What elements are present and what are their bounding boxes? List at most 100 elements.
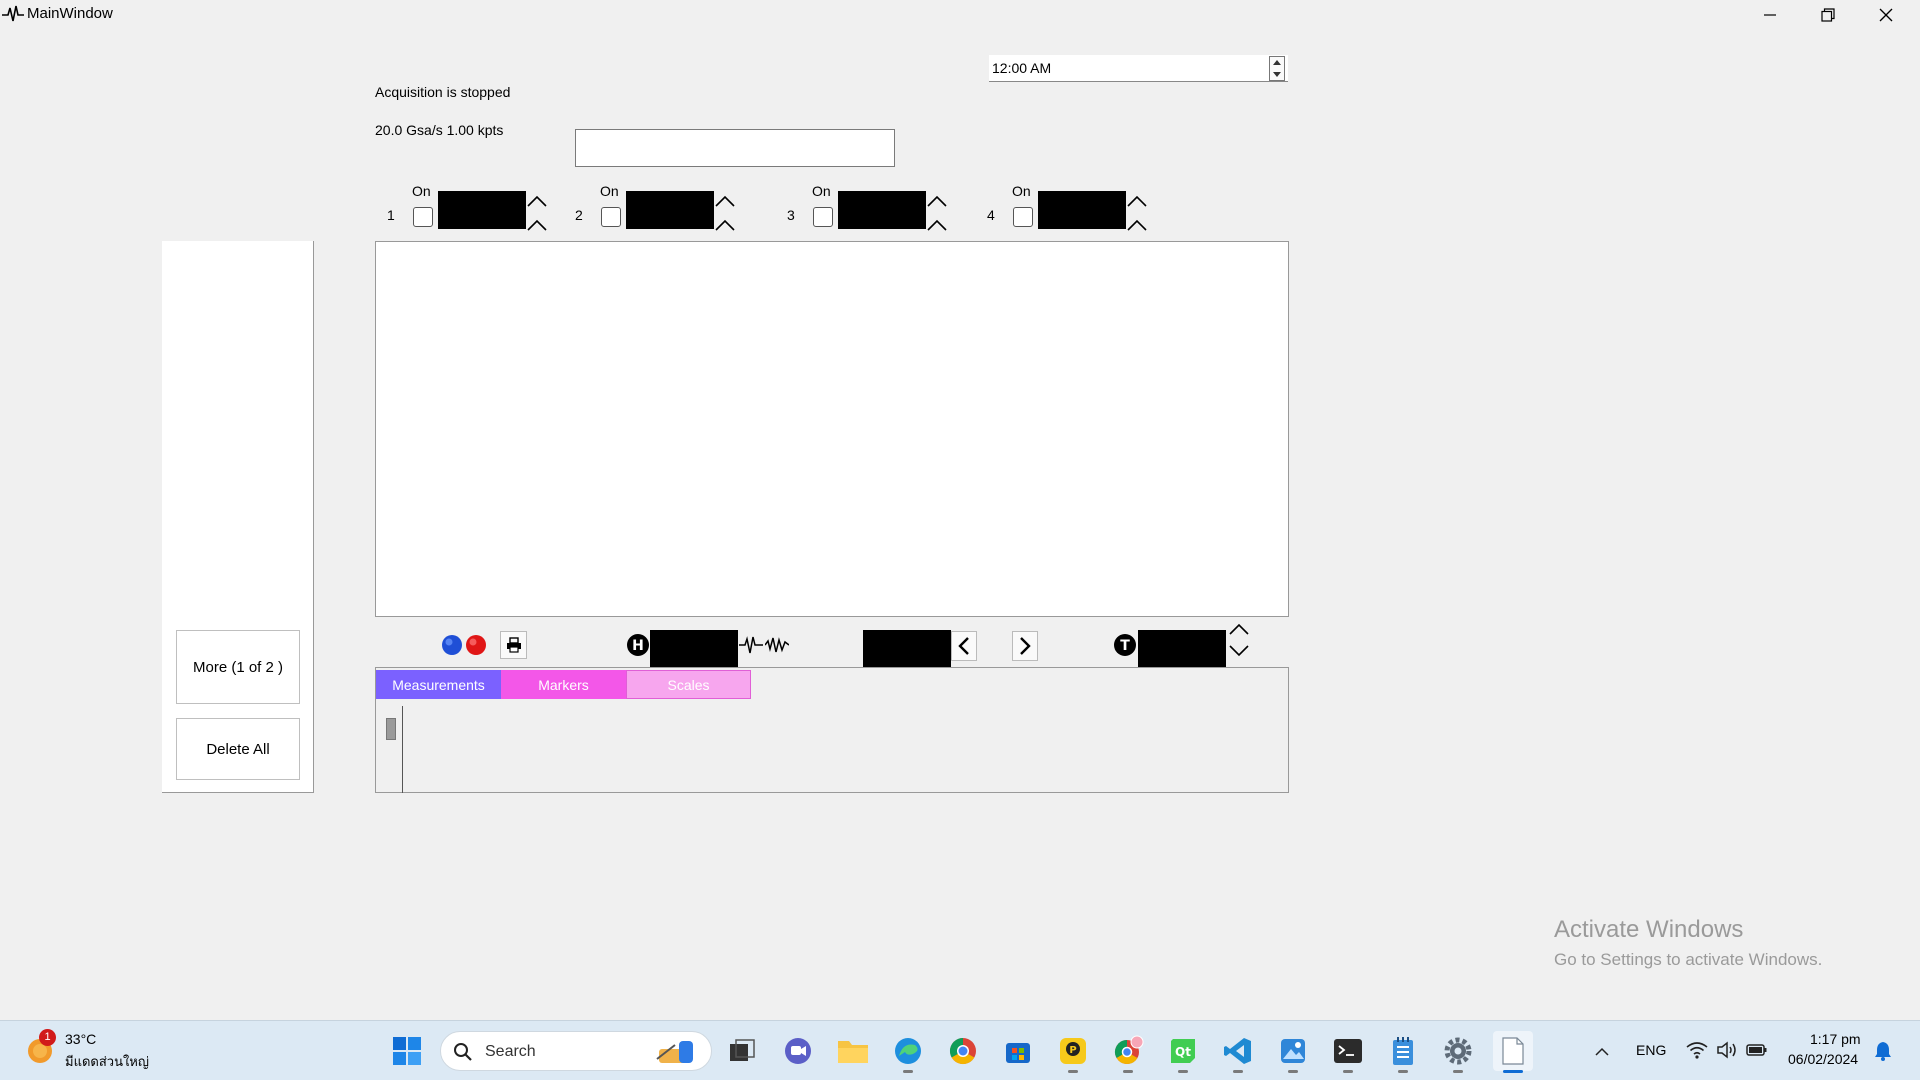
svg-text:H: H [632, 638, 644, 654]
volume-icon[interactable] [1716, 1041, 1738, 1059]
activation-watermark-title: Activate Windows [1554, 916, 1744, 943]
running-indicator [1178, 1070, 1188, 1073]
weather-widget[interactable]: 1 [26, 1029, 58, 1065]
restore-button[interactable] [1799, 0, 1857, 29]
scrollbar-handle[interactable] [386, 718, 396, 740]
channel-3-group: On 3 [784, 180, 959, 240]
print-button[interactable] [500, 631, 527, 659]
clock-time[interactable]: 1:17 pm [1810, 1031, 1861, 1047]
more-button[interactable]: More (1 of 2 ) [176, 630, 300, 704]
show-hidden-icons-button[interactable] [1582, 1031, 1622, 1071]
chrome-button[interactable] [943, 1031, 983, 1071]
close-button[interactable] [1857, 0, 1915, 29]
channel-2-up-button[interactable] [713, 190, 737, 212]
start-button[interactable] [387, 1031, 427, 1071]
running-indicator [903, 1070, 913, 1073]
channel-4-on-label: On [1012, 183, 1031, 199]
trigger-up-button[interactable] [1226, 618, 1252, 640]
settings-button[interactable] [1438, 1031, 1478, 1073]
close-icon [1879, 8, 1893, 21]
channel-1-down-button[interactable] [525, 214, 549, 236]
running-indicator [1343, 1070, 1353, 1073]
gear-icon [1444, 1037, 1472, 1065]
running-indicator [1453, 1070, 1463, 1073]
qt-creator-button[interactable]: Qt [1163, 1031, 1203, 1073]
trigger-down-button[interactable] [1226, 640, 1252, 662]
continuous-acquisition-button[interactable] [764, 631, 790, 659]
measurement-list-panel: More (1 of 2 ) Delete All [162, 241, 314, 793]
minimize-icon [1764, 13, 1776, 16]
taskbar-search[interactable]: Search [440, 1031, 712, 1071]
channel-1-on-checkbox[interactable] [413, 207, 433, 227]
active-indicator [1503, 1070, 1523, 1073]
vscode-button[interactable] [1218, 1031, 1258, 1073]
spin-down-button[interactable] [1270, 69, 1284, 81]
channel-1-up-button[interactable] [525, 190, 549, 212]
single-acquisition-button[interactable] [738, 631, 764, 659]
spin-up-button[interactable] [1270, 57, 1284, 69]
channel-4-on-checkbox[interactable] [1013, 207, 1033, 227]
activation-watermark-subtitle: Go to Settings to activate Windows. [1554, 950, 1823, 969]
trigger-button[interactable]: T [1112, 632, 1138, 658]
task-view-button[interactable] [722, 1031, 762, 1071]
channel-4-group: On 4 [984, 180, 1159, 240]
input-language[interactable]: ENG [1636, 1042, 1666, 1058]
channel-3-up-button[interactable] [925, 190, 949, 212]
weather-temperature: 33°C [65, 1031, 97, 1047]
position-right-button[interactable] [1012, 631, 1038, 661]
document-icon [1502, 1037, 1524, 1065]
channel-3-down-button[interactable] [925, 214, 949, 236]
channel-2-down-button[interactable] [713, 214, 737, 236]
battery-icon[interactable] [1746, 1041, 1768, 1059]
acquisition-status: Acquisition is stopped [375, 84, 511, 100]
notification-bell-icon[interactable] [1874, 1041, 1892, 1061]
tab-markers[interactable]: Markers [501, 670, 626, 699]
channel-3-on-checkbox[interactable] [813, 207, 833, 227]
python-app-button[interactable]: P [1053, 1031, 1093, 1073]
time-spinner[interactable] [1269, 56, 1285, 81]
channel-3-number: 3 [787, 207, 795, 223]
time-edit[interactable]: 12:00 AM [989, 55, 1288, 82]
minimize-button[interactable] [1741, 0, 1799, 29]
trigger-value-display [1138, 630, 1226, 668]
edge-button[interactable] [888, 1031, 928, 1073]
chat-icon [785, 1038, 811, 1064]
sample-info: 20.0 Gsa/s 1.00 kpts [375, 122, 504, 138]
position-left-button[interactable] [951, 631, 977, 661]
horizontal-button[interactable]: H [625, 632, 651, 658]
mainwindow-taskbar-button[interactable] [1493, 1031, 1533, 1073]
tab-measurements[interactable]: Measurements [376, 670, 501, 699]
waveform-display[interactable] [375, 241, 1289, 617]
teams-chat-button[interactable] [778, 1031, 818, 1071]
chrome-profile-button[interactable] [1108, 1031, 1148, 1073]
wifi-icon[interactable] [1686, 1041, 1708, 1059]
tab-scales[interactable]: Scales [626, 670, 751, 699]
stop-button[interactable] [462, 632, 489, 658]
text-input[interactable] [575, 129, 895, 167]
channel-4-up-button[interactable] [1125, 190, 1149, 212]
file-explorer-button[interactable] [833, 1031, 873, 1071]
folder-icon [838, 1041, 868, 1063]
running-indicator [1233, 1070, 1243, 1073]
chevron-up-icon [715, 195, 735, 207]
waveform-icon [765, 637, 789, 653]
run-button[interactable] [438, 632, 465, 658]
svg-text:P: P [1069, 1045, 1076, 1056]
photos-button[interactable] [1273, 1031, 1313, 1073]
printer-icon [506, 637, 521, 653]
terminal-button[interactable] [1328, 1031, 1368, 1073]
chevron-up-icon [927, 219, 947, 231]
channel-1-on-label: On [412, 183, 431, 199]
chrome-icon [949, 1037, 976, 1065]
delete-all-button[interactable]: Delete All [176, 718, 300, 780]
channel-4-down-button[interactable] [1125, 214, 1149, 236]
taskbar: 1 33°C มีแดดส่วนใหญ่ Search P Qt ENG 1:1… [0, 1020, 1920, 1080]
weather-badge: 1 [39, 1029, 56, 1046]
chrome-profile-icon [1114, 1035, 1144, 1065]
clock-date[interactable]: 06/02/2024 [1788, 1051, 1858, 1067]
store-button[interactable] [998, 1031, 1038, 1071]
channel-2-on-checkbox[interactable] [601, 207, 621, 227]
triangle-up-icon [1273, 60, 1281, 66]
chevron-up-icon [527, 195, 547, 207]
notepad-button[interactable] [1383, 1031, 1423, 1073]
